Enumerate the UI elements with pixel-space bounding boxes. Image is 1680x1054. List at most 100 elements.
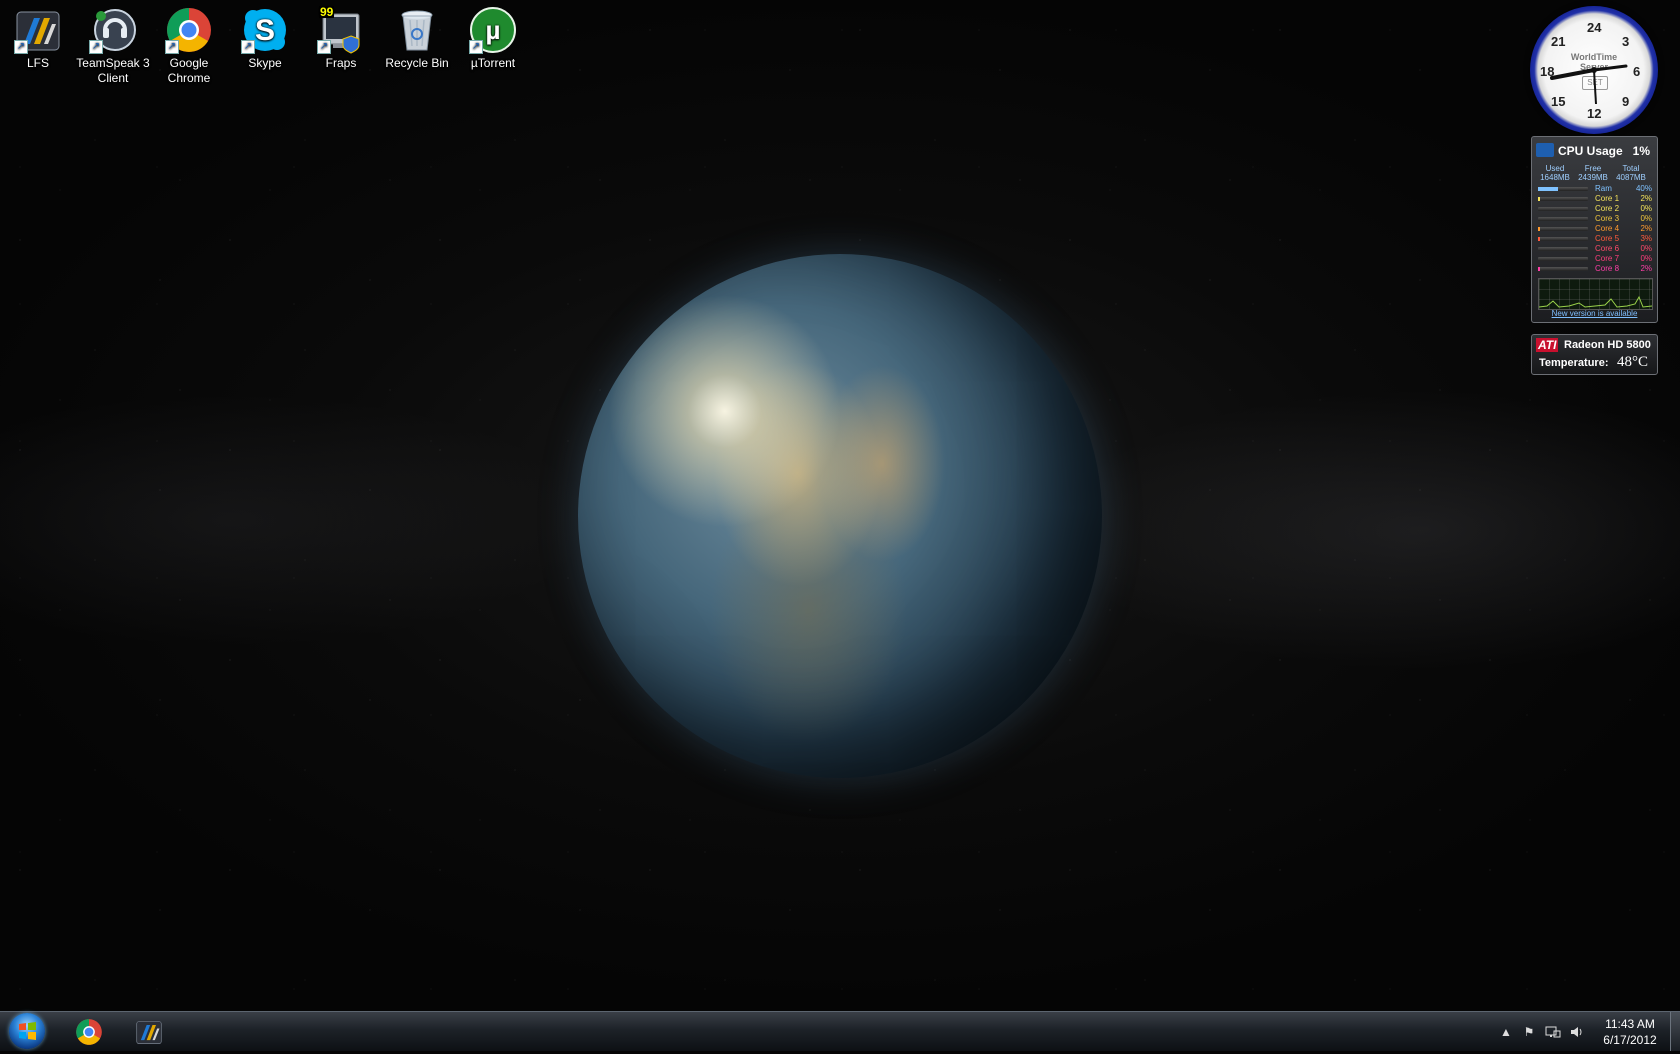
usage-bar [1538, 267, 1588, 271]
usage-bar [1538, 217, 1588, 221]
usage-bar-fill [1538, 227, 1540, 231]
world-clock-gadget[interactable]: 24 3 6 9 12 15 18 21 WorldTime Server SE… [1530, 6, 1658, 134]
clock-hands [1550, 64, 1628, 105]
fraps-badge: 99 [319, 5, 335, 19]
desktop-icon-chrome[interactable]: ↗ Google Chrome [152, 6, 226, 86]
lfs-icon [135, 1018, 163, 1046]
row-name: Core 2 [1595, 204, 1620, 213]
shortcut-arrow-icon: ↗ [317, 40, 331, 54]
core-row: Core 6 0% [1538, 244, 1652, 254]
core-row: Core 1 2% [1538, 194, 1652, 204]
taskbar: ▲ ⚑ 11:43 AM 6/17/2012 [0, 1011, 1680, 1051]
desktop-icon-lfs[interactable]: ↗ LFS [1, 6, 75, 71]
row-value: 3% [1640, 234, 1652, 243]
lfs-icon: ↗ [14, 6, 62, 54]
network-icon[interactable] [1545, 1024, 1561, 1040]
row-name: Core 8 [1595, 264, 1620, 273]
start-button[interactable] [5, 1013, 49, 1049]
mem-value: 2439MB [1578, 173, 1608, 182]
svg-text:S: S [255, 14, 275, 47]
usage-bar [1538, 207, 1588, 211]
temperature-value: 48°C [1617, 354, 1649, 370]
cpu-title: CPU Usage [1558, 144, 1623, 158]
usage-bar-fill [1538, 197, 1540, 201]
row-value: 2% [1640, 194, 1652, 203]
desktop-icon-utorrent[interactable]: µ ↗ µTorrent [456, 6, 530, 71]
desktop-icon-recycle-bin[interactable]: Recycle Bin [380, 6, 454, 71]
gpu-temperature-gadget[interactable]: ATI Radeon HD 5800 Temperature: 48°C [1531, 334, 1658, 375]
recycle-bin-icon [393, 6, 441, 54]
mem-header: Used [1545, 164, 1565, 173]
row-name: Core 3 [1595, 214, 1620, 223]
taskbar-clock[interactable]: 11:43 AM 6/17/2012 [1600, 1016, 1660, 1048]
row-name: Core 5 [1595, 234, 1620, 243]
taskbar-lfs-button[interactable] [121, 1014, 177, 1049]
usage-bar-fill [1538, 267, 1540, 271]
icon-label: Google Chrome [167, 56, 211, 85]
mem-header: Free [1584, 164, 1602, 173]
clock-time: 11:43 AM [1605, 1017, 1655, 1031]
cpu-percent: 1% [1632, 144, 1650, 158]
svg-text:µ: µ [486, 15, 501, 45]
row-name: Core 6 [1595, 244, 1620, 253]
desktop[interactable]: ↗ LFS ↗ TeamSpeak 3 Client ↗ Google Chro… [0, 0, 1680, 1011]
cpu-usage-gadget[interactable]: CPU Usage 1% Used Free Total 1648MB 2439MB 4… [1531, 136, 1658, 323]
row-name: Core 7 [1595, 254, 1620, 263]
teamspeak-icon: ↗ [89, 6, 137, 54]
desktop-icon-skype[interactable]: S ↗ Skype [228, 6, 302, 71]
usage-bar [1538, 237, 1588, 241]
row-name: Core 4 [1595, 224, 1620, 233]
usage-bar [1538, 227, 1588, 231]
memory-stats: Used Free Total 1648MB 2439MB 4087MB [1536, 164, 1653, 182]
cpu-chip-icon [1536, 143, 1554, 157]
shortcut-arrow-icon: ↗ [469, 40, 483, 54]
icon-label: µTorrent [470, 56, 516, 70]
core-row: Core 4 2% [1538, 224, 1652, 234]
icon-label: Skype [248, 56, 282, 70]
show-desktop-button[interactable] [1670, 1012, 1680, 1051]
mem-value: 4087MB [1616, 173, 1646, 182]
row-value: 0% [1640, 254, 1652, 263]
chrome-icon [75, 1018, 103, 1046]
earth-wallpaper [578, 254, 1102, 778]
shortcut-arrow-icon: ↗ [89, 40, 103, 54]
fraps-icon: 99 ↗ [317, 6, 365, 54]
row-name: Core 1 [1595, 194, 1620, 203]
usage-bar-fill [1538, 237, 1540, 241]
core-row: Core 5 3% [1538, 234, 1652, 244]
core-row: Core 7 0% [1538, 254, 1652, 264]
usage-bar [1538, 257, 1588, 261]
skype-icon: S ↗ [241, 6, 289, 54]
row-value: 40% [1635, 184, 1652, 193]
desktop-icon-teamspeak[interactable]: ↗ TeamSpeak 3 Client [76, 6, 150, 86]
desktop-icon-fraps[interactable]: 99 ↗ Fraps [304, 6, 378, 71]
shortcut-arrow-icon: ↗ [165, 40, 179, 54]
row-value: 2% [1640, 224, 1652, 233]
cpu-history-graph [1538, 278, 1653, 310]
utorrent-icon: µ ↗ [469, 6, 517, 54]
ram-row: Ram 40% [1538, 184, 1652, 194]
mem-value: 1648MB [1540, 173, 1570, 182]
shortcut-arrow-icon: ↗ [14, 40, 28, 54]
usage-bar [1538, 247, 1588, 251]
gpu-model: Radeon HD 5800 [1564, 339, 1651, 351]
icon-label: TeamSpeak 3 Client [76, 56, 150, 85]
mem-header: Total [1622, 164, 1640, 173]
row-value: 0% [1640, 204, 1652, 213]
chrome-icon: ↗ [165, 6, 213, 54]
update-link[interactable]: New version is available [1532, 309, 1657, 318]
taskbar-chrome-button[interactable] [61, 1014, 117, 1049]
icon-label: Fraps [325, 56, 357, 70]
icon-label: Recycle Bin [385, 56, 449, 70]
row-value: 2% [1640, 264, 1652, 273]
show-hidden-icons-arrow-icon[interactable]: ▲ [1498, 1024, 1514, 1040]
volume-icon[interactable] [1569, 1024, 1585, 1040]
ati-logo: ATI [1536, 338, 1559, 352]
core-row: Core 2 0% [1538, 204, 1652, 214]
windows-logo-icon [9, 1013, 45, 1049]
usage-bar [1538, 187, 1588, 191]
row-value: 0% [1640, 244, 1652, 253]
clock-date: 6/17/2012 [1603, 1033, 1657, 1047]
temperature-label: Temperature: [1539, 357, 1609, 369]
action-center-flag-icon[interactable]: ⚑ [1521, 1024, 1537, 1040]
